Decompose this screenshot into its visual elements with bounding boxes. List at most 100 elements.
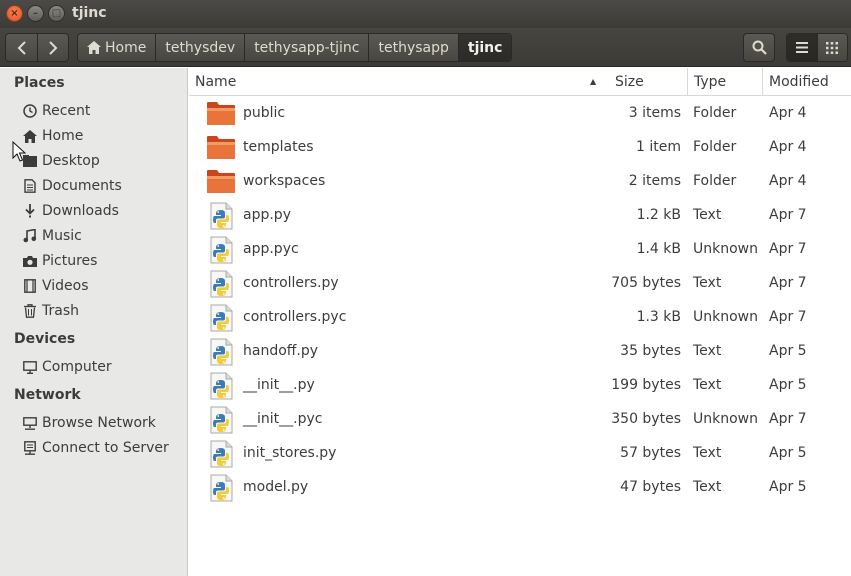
sidebar-item-label: Downloads: [42, 203, 119, 219]
table-row[interactable]: model.py 47 bytes Text Apr 5: [189, 470, 851, 504]
file-name-cell: public: [243, 105, 286, 121]
clock-icon: [22, 103, 38, 119]
column-header-name[interactable]: Name: [189, 68, 609, 96]
python-file-icon: [206, 202, 236, 230]
python-file-icon: [206, 474, 236, 502]
file-name-cell: init_stores.py: [243, 445, 337, 461]
sidebar: Places Recent Home Desktop Documents Dow…: [0, 68, 188, 576]
file-type-cell: Text: [693, 343, 722, 359]
table-row[interactable]: app.py 1.2 kB Text Apr 7: [189, 198, 851, 232]
sidebar-item-pictures[interactable]: Pictures: [22, 250, 97, 272]
file-size-cell: 350 bytes: [611, 411, 681, 427]
grid-view-button[interactable]: [816, 34, 847, 61]
computer-icon: [22, 359, 38, 375]
folder-icon: [206, 168, 236, 194]
breadcrumb-tjinc[interactable]: tjinc: [458, 34, 512, 61]
minimize-icon: –: [33, 8, 38, 19]
column-header-label: Modified: [769, 74, 829, 90]
python-file-icon: [206, 304, 236, 332]
sidebar-item-home[interactable]: Home: [22, 125, 83, 147]
file-modified-cell: Apr 5: [769, 377, 807, 393]
file-type-cell: Text: [693, 275, 722, 291]
sidebar-item-trash[interactable]: Trash: [22, 300, 79, 322]
maximize-window-button[interactable]: □: [48, 5, 65, 22]
file-name-cell: controllers.pyc: [243, 309, 347, 325]
sidebar-item-recent[interactable]: Recent: [22, 100, 90, 122]
search-button[interactable]: [743, 33, 775, 62]
breadcrumb-tethysapp[interactable]: tethysapp: [369, 34, 459, 61]
sidebar-item-computer[interactable]: Computer: [22, 356, 112, 378]
sidebar-item-downloads[interactable]: Downloads: [22, 200, 119, 222]
file-size-cell: 2 items: [628, 173, 681, 189]
list-view-button[interactable]: [787, 34, 817, 61]
file-size-cell: 199 bytes: [611, 377, 681, 393]
breadcrumb-label: Home: [105, 39, 147, 56]
sidebar-item-music[interactable]: Music: [22, 225, 82, 247]
file-list: Name ▲ Size Type Modified public 3 items F…: [189, 68, 851, 576]
network-icon: [22, 415, 38, 431]
forward-button[interactable]: [37, 34, 68, 61]
file-type-cell: Text: [693, 377, 722, 393]
table-row[interactable]: __init__.py 199 bytes Text Apr 5: [189, 368, 851, 402]
server-icon: [22, 440, 38, 456]
table-row[interactable]: handoff.py 35 bytes Text Apr 5: [189, 334, 851, 368]
close-icon: ×: [10, 8, 19, 19]
file-name-cell: handoff.py: [243, 343, 319, 359]
file-modified-cell: Apr 4: [769, 139, 807, 155]
file-size-cell: 57 bytes: [620, 445, 681, 461]
breadcrumb-tethysdev[interactable]: tethysdev: [156, 34, 246, 61]
document-icon: [22, 178, 38, 194]
table-row[interactable]: app.pyc 1.4 kB Unknown Apr 7: [189, 232, 851, 266]
download-icon: [22, 203, 38, 219]
breadcrumb-home[interactable]: Home: [78, 34, 157, 61]
sidebar-item-connect-to-server[interactable]: Connect to Server: [22, 437, 169, 459]
sidebar-item-browse-network[interactable]: Browse Network: [22, 412, 156, 434]
file-name-cell: workspaces: [243, 173, 326, 189]
window-title: tjinc: [72, 5, 107, 21]
table-row[interactable]: controllers.pyc 1.3 kB Unknown Apr 7: [189, 300, 851, 334]
sidebar-item-label: Pictures: [42, 253, 98, 269]
file-size-cell: 3 items: [628, 105, 681, 121]
file-modified-cell: Apr 4: [769, 105, 807, 121]
file-modified-cell: Apr 7: [769, 207, 807, 223]
breadcrumb-label: tethysapp-tjinc: [254, 39, 360, 56]
table-row[interactable]: __init__.pyc 350 bytes Unknown Apr 7: [189, 402, 851, 436]
music-icon: [22, 228, 38, 244]
file-type-cell: Unknown: [693, 411, 758, 427]
sidebar-item-documents[interactable]: Documents: [22, 175, 122, 197]
breadcrumb-tethysapp-tjinc[interactable]: tethysapp-tjinc: [245, 34, 370, 61]
search-icon: [752, 40, 767, 55]
column-header-type[interactable]: Type: [687, 68, 763, 96]
table-row[interactable]: workspaces 2 items Folder Apr 4: [189, 164, 851, 198]
sort-ascending-icon: ▲: [590, 77, 597, 86]
table-row[interactable]: templates 1 item Folder Apr 4: [189, 130, 851, 164]
breadcrumb: Home tethysdev tethysapp-tjinc tethysapp…: [77, 33, 513, 62]
file-size-cell: 1.2 kB: [636, 207, 681, 223]
sidebar-item-desktop[interactable]: Desktop: [22, 150, 100, 172]
sidebar-item-label: Documents: [42, 178, 122, 194]
table-row[interactable]: public 3 items Folder Apr 4: [189, 96, 851, 130]
column-header-row: Name ▲ Size Type Modified: [189, 68, 851, 96]
close-window-button[interactable]: ×: [6, 5, 23, 22]
sidebar-item-label: Connect to Server: [42, 440, 169, 456]
table-row[interactable]: controllers.py 705 bytes Text Apr 7: [189, 266, 851, 300]
title-bar: × – □ tjinc: [0, 0, 851, 28]
column-header-modified[interactable]: Modified: [762, 68, 851, 96]
minimize-window-button[interactable]: –: [27, 5, 44, 22]
table-row[interactable]: init_stores.py 57 bytes Text Apr 5: [189, 436, 851, 470]
column-header-size[interactable]: Size: [609, 68, 688, 96]
chevron-left-icon: [17, 40, 26, 55]
back-button[interactable]: [6, 34, 37, 61]
file-type-cell: Text: [693, 445, 722, 461]
file-size-cell: 1.3 kB: [636, 309, 681, 325]
file-modified-cell: Apr 7: [769, 275, 807, 291]
file-type-cell: Unknown: [693, 241, 758, 257]
python-file-icon: [206, 440, 236, 468]
folder-icon: [206, 100, 236, 126]
history-nav: [5, 33, 69, 62]
sidebar-item-videos[interactable]: Videos: [22, 275, 89, 297]
file-size-cell: 47 bytes: [620, 479, 681, 495]
places-header: Places: [14, 75, 65, 91]
file-type-cell: Folder: [693, 173, 737, 189]
sidebar-item-label: Recent: [42, 103, 91, 119]
